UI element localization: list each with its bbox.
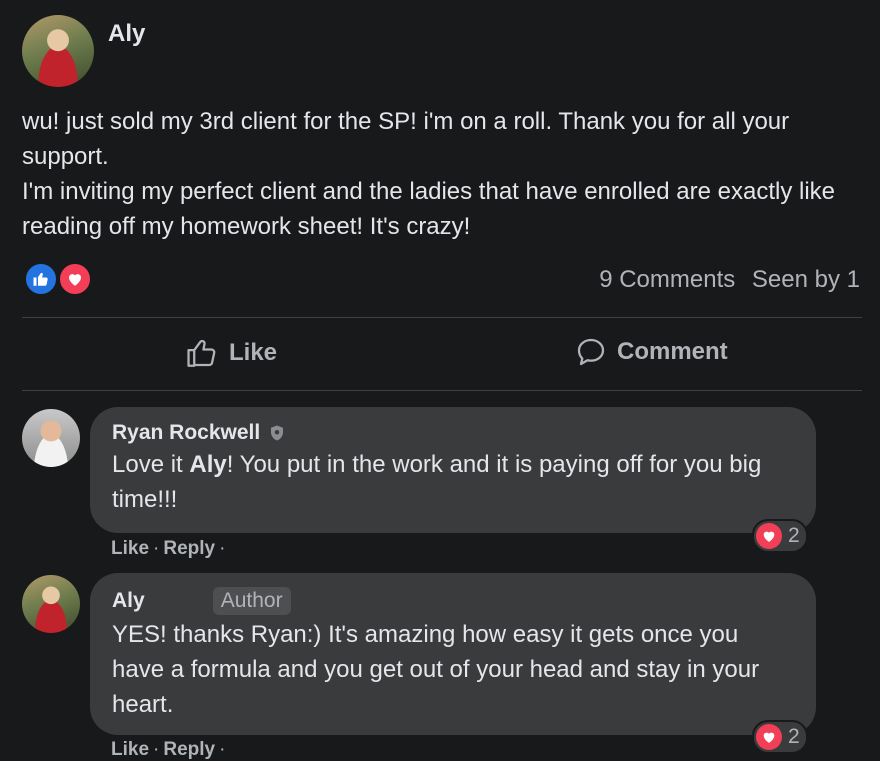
comment-author-name[interactable]: Ryan Rockwell xyxy=(112,421,260,445)
comments-count[interactable]: 9 Comments xyxy=(599,266,735,293)
comment-text-part: Love it xyxy=(112,451,190,478)
love-reaction-icon xyxy=(756,724,782,750)
comment-text: Love it Aly! You put in the work and it … xyxy=(112,447,794,517)
comment-reaction-count[interactable]: 2 xyxy=(752,519,808,553)
comment-reply-link[interactable]: Reply xyxy=(163,538,215,559)
comment-text: YES! thanks Ryan:) It's amazing how easy… xyxy=(112,621,760,718)
reaction-count: 2 xyxy=(788,524,800,547)
post-stats: 9 Comments Seen by 1 xyxy=(589,266,860,294)
comment-author-row: Aly Author xyxy=(112,587,794,615)
post-text-line: wu! just sold my 3rd client for the SP! … xyxy=(22,108,790,170)
love-reaction-icon xyxy=(58,262,92,296)
commenter-avatar[interactable] xyxy=(22,575,80,633)
comment-reaction-count[interactable]: 2 xyxy=(752,720,808,754)
divider xyxy=(22,390,862,391)
comment-button[interactable]: Comment xyxy=(575,336,728,368)
like-reaction-icon xyxy=(24,262,58,296)
post-text: wu! just sold my 3rd client for the SP! … xyxy=(22,104,852,244)
like-button[interactable]: Like xyxy=(185,336,277,370)
comment-actions: Like · Reply · xyxy=(111,538,229,560)
comment-button-label: Comment xyxy=(617,338,728,365)
mention[interactable]: Aly xyxy=(189,451,226,478)
comment-like-link[interactable]: Like xyxy=(111,739,149,760)
post-author-name[interactable]: Aly xyxy=(108,20,145,48)
comment-bubble: Aly Author YES! thanks Ryan:) It's amazi… xyxy=(90,573,816,735)
comment-bubble: Ryan Rockwell Love it Aly! You put in th… xyxy=(90,407,816,533)
separator: · xyxy=(153,739,160,760)
divider xyxy=(22,317,862,318)
seen-by[interactable]: Seen by 1 xyxy=(752,266,860,293)
separator: · xyxy=(219,739,226,760)
comment-reply-link[interactable]: Reply xyxy=(163,739,215,760)
author-avatar[interactable] xyxy=(22,15,94,87)
thumbs-up-icon xyxy=(187,339,216,367)
separator: · xyxy=(219,538,226,559)
love-reaction-icon xyxy=(756,523,782,549)
separator: · xyxy=(153,538,160,559)
shield-icon xyxy=(271,425,284,441)
author-badge: Author xyxy=(212,587,291,615)
comment-like-link[interactable]: Like xyxy=(111,538,149,559)
post-text-line: I'm inviting my perfect client and the l… xyxy=(22,178,835,240)
like-button-label: Like xyxy=(229,339,278,366)
comment-icon xyxy=(577,338,605,366)
comment-author-row: Ryan Rockwell xyxy=(112,421,794,445)
reaction-summary[interactable] xyxy=(24,262,104,296)
comment-author-name[interactable]: Aly xyxy=(112,589,145,613)
reaction-count: 2 xyxy=(788,725,800,748)
commenter-avatar[interactable] xyxy=(22,409,80,467)
